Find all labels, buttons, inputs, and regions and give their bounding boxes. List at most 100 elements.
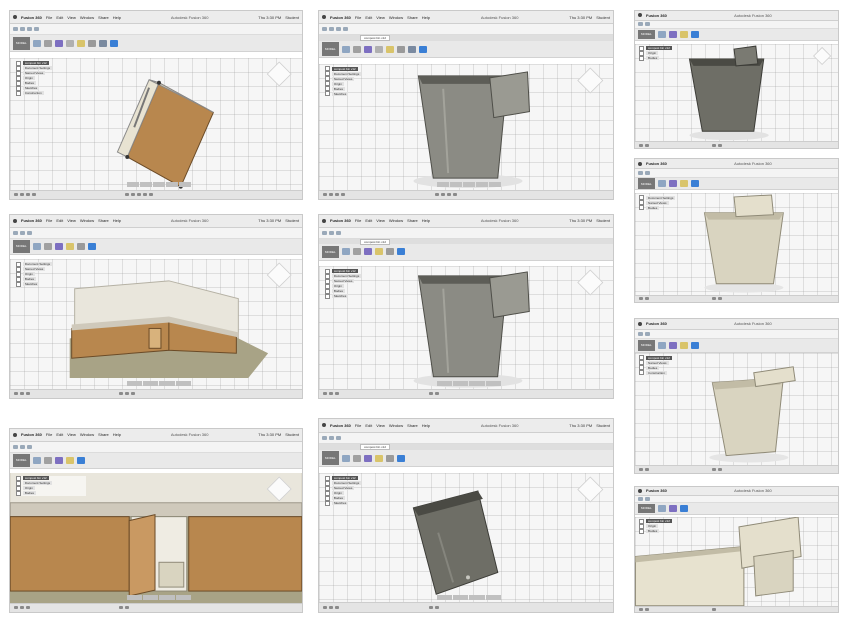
app-menu[interactable]: Fusion 360 <box>646 488 667 493</box>
undo-icon[interactable] <box>20 444 25 449</box>
create-icon[interactable] <box>43 457 52 464</box>
sketch-icon[interactable] <box>32 457 41 464</box>
select-icon[interactable] <box>396 248 405 256</box>
app-menu[interactable]: Fusion 360 <box>21 218 42 223</box>
sketch-icon[interactable] <box>341 454 350 462</box>
document-tab[interactable]: compost bin v12 <box>360 35 391 42</box>
save-icon[interactable] <box>638 497 643 501</box>
construct-icon[interactable] <box>76 39 85 47</box>
menu-help[interactable]: Help <box>113 15 121 20</box>
timeline-bar[interactable] <box>10 602 302 612</box>
workspace-switcher[interactable]: MODEL <box>638 29 655 40</box>
menu-share[interactable]: Share <box>407 423 418 428</box>
timeline-bar[interactable] <box>635 465 838 473</box>
menu-help[interactable]: Help <box>422 423 430 428</box>
inspect-icon[interactable] <box>385 248 394 256</box>
menu-share[interactable]: Share <box>98 218 109 223</box>
canvas[interactable]: compost bin v12 Named Views Bodies Const… <box>635 352 838 466</box>
inspect-icon[interactable] <box>76 243 85 250</box>
browser-item[interactable]: Bodies <box>646 529 660 534</box>
menu-help[interactable]: Help <box>422 218 430 223</box>
select-icon[interactable] <box>109 39 118 47</box>
modify-icon[interactable] <box>668 180 677 187</box>
apple-icon[interactable] <box>322 218 326 223</box>
visibility-toggle[interactable] <box>639 528 645 534</box>
apple-icon[interactable] <box>638 13 642 18</box>
menu-window[interactable]: Window <box>389 423 403 428</box>
construct-icon[interactable] <box>679 180 688 187</box>
menu-view[interactable]: View <box>67 15 76 20</box>
display-settings-bar[interactable] <box>436 381 502 387</box>
canvas[interactable]: compost bin v12 Document Settings Named … <box>319 266 613 389</box>
select-icon[interactable] <box>679 504 688 512</box>
menu-view[interactable]: View <box>376 218 385 223</box>
app-menu[interactable]: Fusion 360 <box>646 13 667 18</box>
display-settings-bar[interactable] <box>126 381 192 387</box>
menu-edit[interactable]: Edit <box>365 218 372 223</box>
redo-icon[interactable] <box>343 27 348 32</box>
canvas[interactable]: compost bin v12 Origin Bodies <box>635 517 838 606</box>
insert-icon[interactable] <box>407 45 416 53</box>
sketch-icon[interactable] <box>657 30 666 38</box>
timeline-bar[interactable] <box>319 189 613 199</box>
canvas[interactable]: compost bin v12 Document Settings Origin… <box>10 472 302 603</box>
timeline-bar[interactable] <box>635 294 838 302</box>
app-menu[interactable]: Fusion 360 <box>646 321 667 326</box>
menu-file[interactable]: File <box>46 432 52 437</box>
undo-icon[interactable] <box>645 497 650 501</box>
select-icon[interactable] <box>87 243 96 250</box>
create-icon[interactable] <box>43 39 52 47</box>
save-icon[interactable] <box>638 170 643 175</box>
modify-icon[interactable] <box>668 504 677 512</box>
menu-file[interactable]: File <box>355 15 361 20</box>
app-menu[interactable]: Fusion 360 <box>330 218 351 223</box>
redo-icon[interactable] <box>336 230 341 235</box>
apple-icon[interactable] <box>322 423 326 428</box>
display-settings-bar[interactable] <box>126 595 192 601</box>
menu-edit[interactable]: Edit <box>365 423 372 428</box>
save-icon[interactable] <box>13 444 18 449</box>
menu-window[interactable]: Window <box>80 218 94 223</box>
undo-icon[interactable] <box>329 435 334 440</box>
modify-icon[interactable] <box>668 341 677 349</box>
modify-icon[interactable] <box>54 243 63 250</box>
timeline-bar[interactable] <box>635 141 838 148</box>
modify-icon[interactable] <box>363 45 372 53</box>
modify-icon[interactable] <box>54 457 63 464</box>
construct-icon[interactable] <box>679 30 688 38</box>
timeline-bar[interactable] <box>10 189 302 199</box>
redo-icon[interactable] <box>27 444 32 449</box>
workspace-switcher[interactable]: MODEL <box>638 503 655 513</box>
timeline-bar[interactable] <box>319 602 613 612</box>
inspect-icon[interactable] <box>385 454 394 462</box>
visibility-toggle[interactable] <box>15 490 21 496</box>
undo-icon[interactable] <box>336 27 341 32</box>
display-settings-bar[interactable] <box>126 181 192 187</box>
menu-help[interactable]: Help <box>422 15 430 20</box>
inspect-icon[interactable] <box>87 39 96 47</box>
assemble-icon[interactable] <box>374 45 383 53</box>
workspace-switcher[interactable]: MODEL <box>13 454 30 467</box>
apple-icon[interactable] <box>13 218 17 223</box>
select-icon[interactable] <box>690 180 699 187</box>
app-menu[interactable]: Fusion 360 <box>330 15 351 20</box>
save-icon[interactable] <box>638 22 643 27</box>
undo-icon[interactable] <box>329 230 334 235</box>
menu-file[interactable]: File <box>355 218 361 223</box>
save-icon[interactable] <box>322 230 327 235</box>
modify-icon[interactable] <box>54 39 63 47</box>
apple-icon[interactable] <box>638 321 642 326</box>
browser-item[interactable]: Origin <box>22 486 35 490</box>
browser-root[interactable]: compost bin v12 <box>22 476 49 480</box>
sketch-icon[interactable] <box>32 39 41 47</box>
create-icon[interactable] <box>352 45 361 53</box>
app-menu[interactable]: Fusion 360 <box>21 432 42 437</box>
app-menu[interactable]: Fusion 360 <box>646 161 667 166</box>
select-icon[interactable] <box>690 341 699 349</box>
menu-edit[interactable]: Edit <box>365 15 372 20</box>
apple-icon[interactable] <box>13 432 17 437</box>
menu-window[interactable]: Window <box>80 432 94 437</box>
menu-view[interactable]: View <box>67 218 76 223</box>
canvas[interactable]: Document Settings Named Views Origin Bod… <box>10 258 302 389</box>
app-menu[interactable]: Fusion 360 <box>330 423 351 428</box>
